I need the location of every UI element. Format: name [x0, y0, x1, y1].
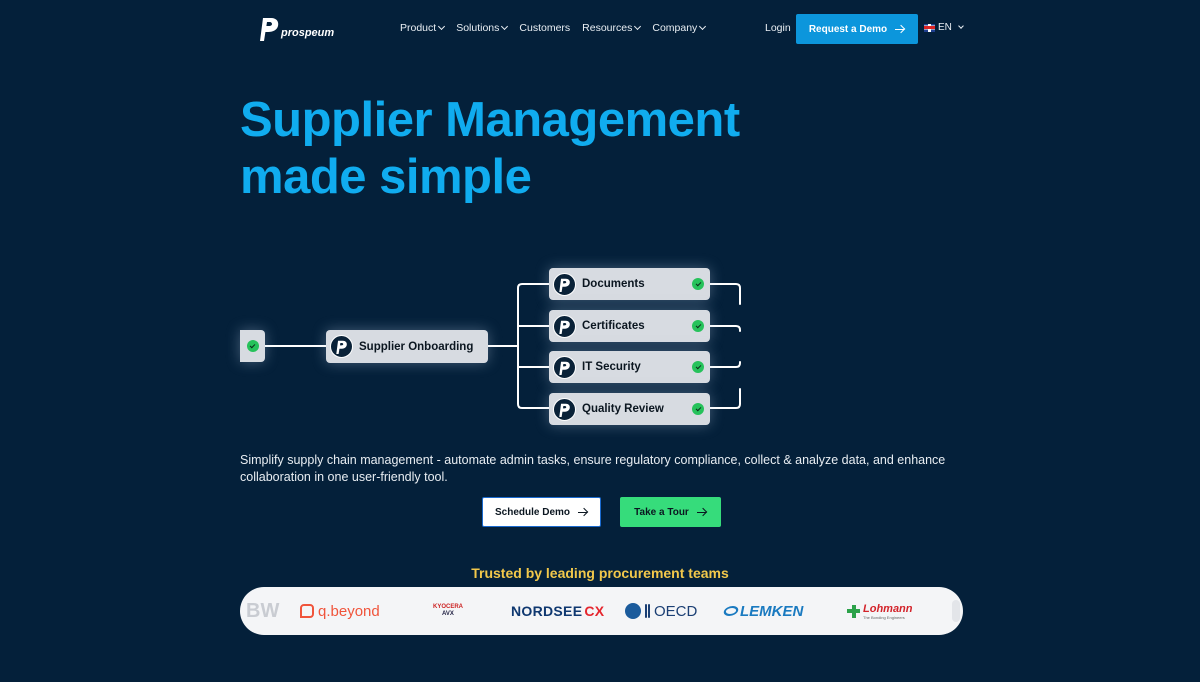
check-circle-icon — [692, 361, 704, 373]
globe-icon — [625, 603, 641, 619]
top-navigation: prospeum Product Solutions Customers Res… — [0, 0, 1200, 58]
flow-node-quality-review: Quality Review — [549, 393, 710, 425]
chevron-down-icon — [958, 23, 964, 29]
menu-company[interactable]: Company — [652, 22, 707, 34]
language-selector[interactable]: EN — [924, 22, 964, 33]
connector-out-quality-review — [709, 388, 741, 409]
flow-node-label: Documents — [582, 278, 645, 290]
language-label: EN — [938, 22, 952, 33]
check-circle-icon — [692, 278, 704, 290]
flow-node-supplier-onboarding: Supplier Onboarding — [326, 330, 488, 363]
lemken-logo-text: LEMKEN — [740, 602, 804, 620]
check-circle-icon — [246, 340, 259, 352]
cross-icon — [847, 604, 860, 618]
flow-node-it-security: IT Security — [549, 351, 710, 383]
flow-node-label: Certificates — [582, 320, 645, 332]
trusted-heading: Trusted by leading procurement teams — [471, 565, 729, 581]
menu-solutions-label: Solutions — [456, 22, 500, 34]
lemken-logo: LEMKEN — [722, 587, 804, 635]
hero-title-line2: made simple — [240, 150, 532, 204]
chevron-down-icon — [438, 22, 446, 31]
flow-node-certificates: Certificates — [549, 310, 710, 342]
bw-logo-text: BW — [246, 599, 280, 622]
customer-logo-carousel: BW q.beyond KYOCERA AVX NORDSEE CX OECD … — [240, 587, 963, 635]
check-circle-icon — [692, 320, 704, 332]
avx-logo-text: AVX — [442, 611, 454, 617]
chevron-down-icon — [699, 22, 707, 31]
prospeum-logo[interactable]: prospeum — [258, 15, 334, 41]
login-link[interactable]: Login — [765, 22, 791, 34]
schedule-demo-button[interactable]: Schedule Demo — [482, 497, 601, 527]
menu-resources-label: Resources — [582, 22, 633, 34]
prospeum-badge-icon — [553, 272, 576, 296]
prospeum-badge-icon — [553, 397, 576, 421]
menu-customers[interactable]: Customers — [519, 22, 570, 34]
arrow-right-icon — [895, 25, 905, 33]
oecd-bars-icon — [645, 604, 650, 618]
nordsee-logo: NORDSEE CX — [511, 587, 604, 635]
flow-node-documents: Documents — [549, 268, 710, 300]
logo-text: prospeum — [281, 27, 335, 39]
menu-product-label: Product — [400, 22, 437, 34]
menu-customers-label: Customers — [519, 22, 571, 34]
connector-out-it-security — [709, 361, 741, 368]
hero-description: Simplify supply chain management - autom… — [240, 453, 946, 484]
hero-title: Supplier Management made simple — [240, 92, 740, 206]
nordsee-logo-text: NORDSEE — [511, 603, 583, 619]
chevron-down-icon — [634, 22, 642, 31]
oecd-logo-text: OECD — [654, 602, 698, 620]
lemken-mark-icon — [722, 606, 740, 616]
uk-flag-icon — [924, 23, 935, 32]
request-demo-button[interactable]: Request a Demo — [796, 14, 918, 44]
kyocera-avx-logo: KYOCERA AVX — [433, 587, 463, 635]
arrow-right-icon — [696, 508, 707, 516]
flow-node-label: Supplier Onboarding — [359, 340, 474, 353]
flow-node-label: IT Security — [582, 361, 641, 373]
main-menu: Product Solutions Customers Resources Co… — [400, 22, 707, 34]
hero-title-line1: Supplier Management — [240, 93, 740, 147]
check-circle-icon — [692, 403, 704, 415]
flow-start-node — [240, 330, 265, 362]
next-logo-partial — [952, 600, 960, 622]
lohmann-logo-text: Lohmann — [863, 602, 913, 615]
prospeum-badge-icon — [553, 314, 576, 338]
request-demo-label: Request a Demo — [808, 23, 888, 35]
connector-out-certificates — [709, 325, 741, 332]
chevron-down-icon — [501, 22, 509, 31]
schedule-demo-label: Schedule Demo — [494, 506, 571, 518]
connector-trunk-vertical — [517, 283, 550, 409]
menu-company-label: Company — [652, 22, 698, 34]
flow-node-label: Quality Review — [582, 403, 664, 415]
qbeyond-mark-icon — [300, 604, 314, 618]
take-a-tour-button[interactable]: Take a Tour — [620, 497, 721, 527]
kyocera-logo-text: KYOCERA — [433, 604, 464, 610]
prospeum-badge-icon — [553, 355, 576, 379]
take-a-tour-label: Take a Tour — [634, 506, 689, 518]
prospeum-badge-icon — [330, 335, 353, 358]
qbeyond-logo-text: q.beyond — [318, 602, 380, 620]
arrow-right-icon — [578, 508, 588, 516]
menu-product[interactable]: Product — [400, 22, 446, 34]
bw-logo: BW — [246, 587, 279, 635]
oecd-logo: OECD — [625, 587, 697, 635]
qbeyond-logo: q.beyond — [300, 587, 380, 635]
prospeum-logo-icon — [260, 18, 279, 41]
menu-solutions[interactable]: Solutions — [456, 22, 509, 34]
lohmann-logo: Lohmann The Bonding Engineers — [847, 587, 913, 635]
lohmann-tagline: The Bonding Engineers — [863, 614, 905, 620]
connector-out-documents — [709, 283, 741, 305]
nordsee-mark-text: CX — [584, 603, 605, 619]
menu-resources[interactable]: Resources — [582, 22, 642, 34]
